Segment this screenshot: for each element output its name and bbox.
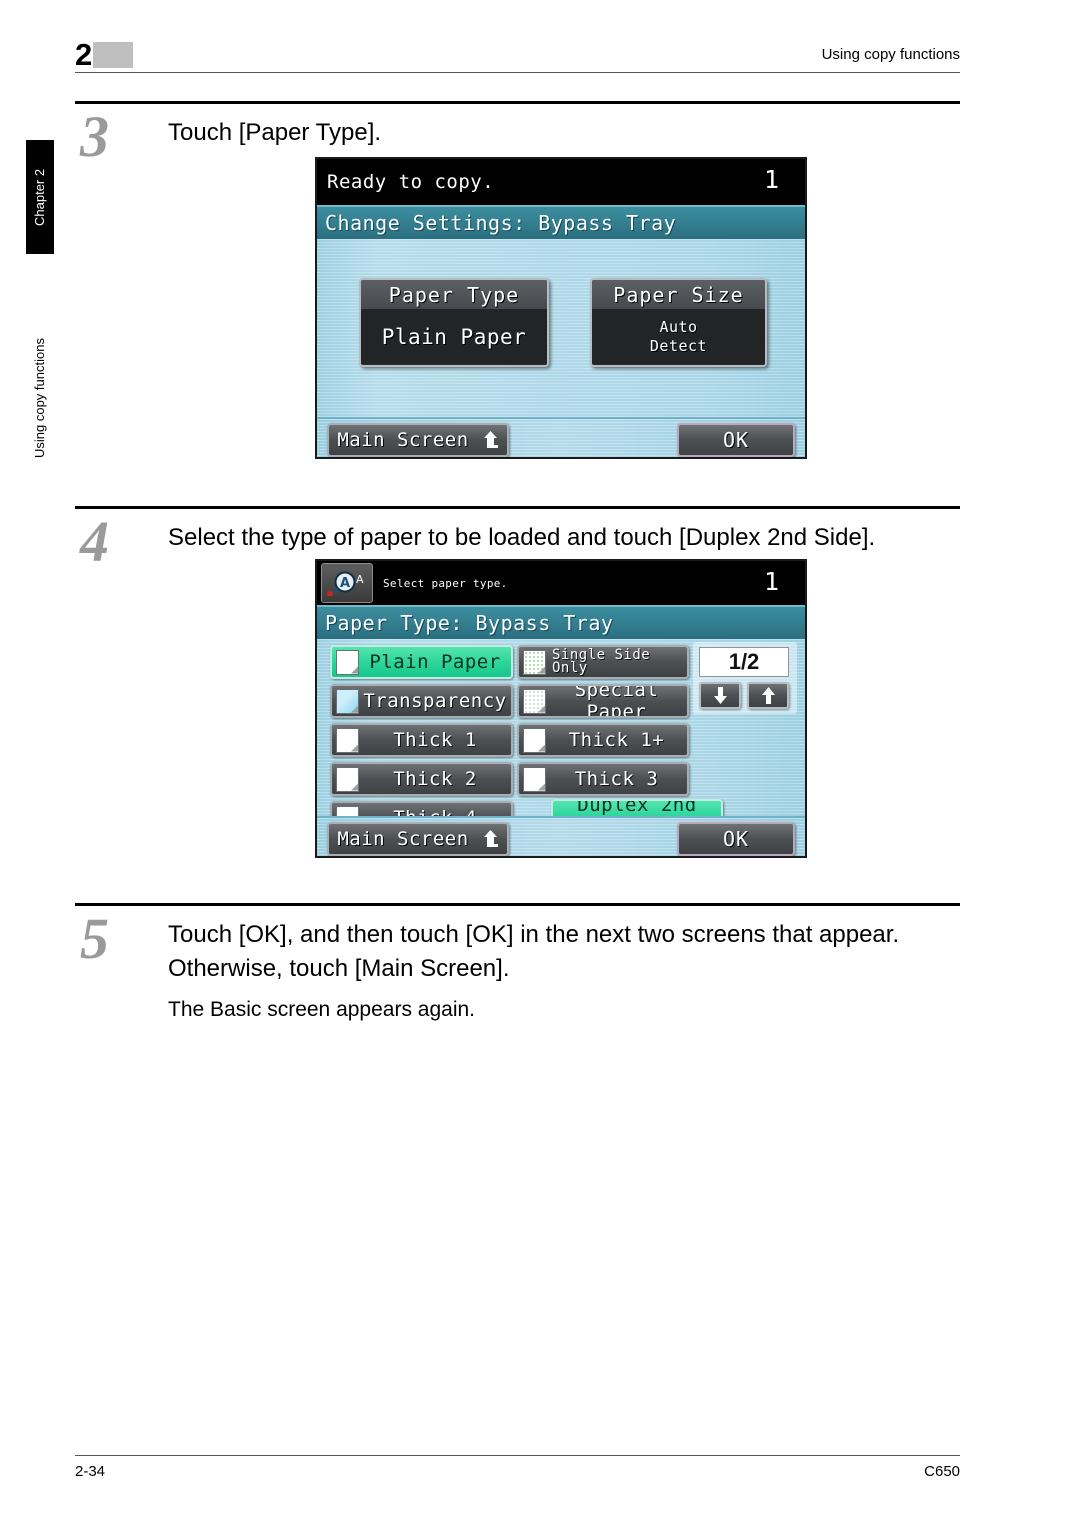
paper-type-option-transparency[interactable]: Transparency xyxy=(330,684,513,718)
lcd1-title: Change Settings: Bypass Tray xyxy=(317,205,805,239)
lcd2-status-message: Select paper type. xyxy=(383,576,508,590)
step-5-number: 5 xyxy=(80,906,109,971)
lcd1-copy-count: 1 xyxy=(763,165,779,194)
step-3-number: 3 xyxy=(80,104,109,169)
step-3-divider xyxy=(75,101,960,104)
return-arrow-icon xyxy=(483,431,499,449)
step-4-text: Select the type of paper to be loaded an… xyxy=(168,524,876,551)
return-arrow-icon xyxy=(483,830,499,848)
page-header: 2 Using copy functions xyxy=(75,38,960,98)
paper-size-value-line2: Detect xyxy=(649,337,708,355)
side-tab-chapter-label: Chapter 2 xyxy=(32,168,47,226)
paper-type-option-plain-paper-label: Plain Paper xyxy=(369,651,501,673)
lcd2-ok-button[interactable]: OK xyxy=(677,822,795,856)
step-5-subtext: The Basic screen appears again. xyxy=(168,998,476,1021)
footer-model: C650 xyxy=(924,1463,960,1480)
sheet-plain-icon xyxy=(336,766,359,792)
paper-size-label: Paper Size xyxy=(592,280,765,310)
paper-size-button[interactable]: Paper Size Auto Detect xyxy=(590,278,767,367)
paper-type-option-special-paper-label: Special Paper xyxy=(574,684,659,718)
lcd2-title: Paper Type: Bypass Tray xyxy=(317,605,805,639)
paper-type-value: Plain Paper xyxy=(361,310,547,364)
paper-type-option-thick-1[interactable]: Thick 1 xyxy=(330,723,513,757)
sheet-transparency-icon xyxy=(336,688,359,714)
paper-type-option-thick-1-plus[interactable]: Thick 1+ xyxy=(517,723,689,757)
paper-type-option-single-side-only-label: Single Side Only xyxy=(546,648,687,676)
lcd2-main-screen-label: Main Screen xyxy=(337,828,469,850)
paper-type-label: Paper Type xyxy=(361,280,547,310)
paper-type-option-thick-2-label: Thick 2 xyxy=(393,768,477,790)
paper-size-value: Auto Detect xyxy=(592,310,765,364)
lcd-panel-paper-type: A A Select paper type. 1 Paper Type: Byp… xyxy=(315,559,807,858)
lcd1-status-bar: Ready to copy. 1 xyxy=(317,159,805,205)
step-3-text: Touch [Paper Type]. xyxy=(168,119,382,146)
paper-size-value-line1: Auto xyxy=(659,318,698,336)
lcd2-main-screen-button[interactable]: Main Screen xyxy=(327,822,509,856)
footer-page-number: 2-34 xyxy=(75,1463,106,1480)
paper-type-option-plain-paper[interactable]: Plain Paper xyxy=(330,645,513,679)
step-5-divider xyxy=(75,903,960,906)
lcd2-body: Plain Paper Transparency Thick 1 Thick 2… xyxy=(317,639,805,835)
sheet-plain-icon xyxy=(336,727,359,753)
sheet-green-dots-icon xyxy=(523,649,546,675)
footer-divider xyxy=(75,1455,960,1456)
lcd1-body: Paper Type Plain Paper Paper Size Auto D… xyxy=(317,239,805,417)
paper-type-option-single-side-only[interactable]: Single Side Only xyxy=(517,645,689,679)
lcd1-main-screen-button[interactable]: Main Screen xyxy=(327,423,509,457)
sheet-plain-icon xyxy=(523,727,546,753)
lcd2-footer: Main Screen OK xyxy=(317,816,805,856)
header-divider xyxy=(75,72,960,73)
chapter-number: 2 xyxy=(75,37,93,72)
chapter-marker-box xyxy=(93,42,133,68)
single-side-only-line2: Only xyxy=(552,660,588,676)
step-5-text-line2: Otherwise, touch [Main Screen]. xyxy=(168,955,510,982)
sheet-plain-icon xyxy=(523,766,546,792)
step-4-number: 4 xyxy=(80,509,109,574)
side-tab-section: Using copy functions xyxy=(26,268,54,458)
arrow-down-icon[interactable] xyxy=(699,682,741,709)
lcd1-status-message: Ready to copy. xyxy=(327,171,495,193)
magnifier-aa-icon[interactable]: A A xyxy=(321,563,373,603)
lcd1-ok-label: OK xyxy=(722,428,750,452)
lcd2-status-bar: A A Select paper type. 1 xyxy=(317,561,805,605)
paper-type-option-special-paper[interactable]: Special Paper xyxy=(517,684,689,718)
paper-type-option-thick-1-label: Thick 1 xyxy=(393,729,477,751)
paper-type-option-transparency-label: Transparency xyxy=(363,690,507,712)
side-tab-section-label: Using copy functions xyxy=(32,338,47,458)
side-tab-chapter: Chapter 2 xyxy=(26,140,54,254)
sheet-plain-icon xyxy=(336,649,359,675)
paper-type-option-thick-2[interactable]: Thick 2 xyxy=(330,762,513,796)
arrow-up-icon[interactable] xyxy=(747,682,789,709)
lcd2-copy-count: 1 xyxy=(763,567,779,596)
paper-type-option-thick-3[interactable]: Thick 3 xyxy=(517,762,689,796)
lcd1-main-screen-label: Main Screen xyxy=(337,429,469,451)
svg-text:A: A xyxy=(340,576,350,591)
step-5-text-line1: Touch [OK], and then touch [OK] in the n… xyxy=(168,921,900,948)
paper-type-button[interactable]: Paper Type Plain Paper xyxy=(359,278,549,367)
lcd1-footer: Main Screen OK xyxy=(317,417,805,457)
lcd-panel-change-settings: Ready to copy. 1 Change Settings: Bypass… xyxy=(315,157,807,459)
step-4-divider xyxy=(75,506,960,509)
page-indicator: 1/2 xyxy=(699,647,789,677)
paper-type-option-thick-1-plus-label: Thick 1+ xyxy=(568,729,665,751)
lcd1-ok-button[interactable]: OK xyxy=(677,423,795,457)
lcd2-ok-label: OK xyxy=(722,827,750,851)
svg-text:A: A xyxy=(356,573,364,586)
sheet-dots-icon xyxy=(523,688,546,714)
running-header-title: Using copy functions xyxy=(821,46,960,63)
paper-type-option-thick-3-label: Thick 3 xyxy=(574,768,659,790)
